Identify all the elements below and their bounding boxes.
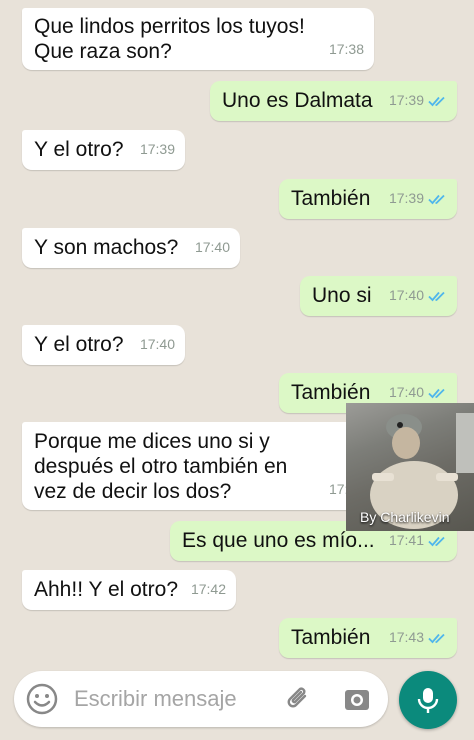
message-text: Que lindos perritos los tuyos! Que raza … (34, 15, 305, 63)
message-time: 17:40 (139, 336, 175, 352)
message-time: 17:38 (328, 41, 364, 57)
message-incoming[interactable]: Que lindos perritos los tuyos! Que raza … (22, 8, 374, 70)
message-incoming[interactable]: Y el otro? 17:39 (22, 130, 185, 170)
meme-image: By Charlikevin (346, 403, 474, 531)
message-text: Porque me dices uno si y después el otro… (34, 430, 288, 503)
message-time: 17:39 (139, 141, 175, 157)
microphone-icon (417, 688, 439, 713)
paperclip-icon[interactable] (284, 684, 314, 714)
double-check-icon (428, 194, 445, 204)
message-time: 17:40 (194, 239, 230, 255)
message-time: 17:41 (388, 532, 424, 548)
message-time: 17:39 (388, 92, 424, 108)
double-check-icon (428, 536, 445, 546)
chat-area: Que lindos perritos los tuyos! Que raza … (0, 0, 474, 740)
double-check-icon (428, 388, 445, 398)
message-input-placeholder[interactable]: Escribir mensaje (74, 686, 237, 712)
message-time: 17:40 (388, 384, 424, 400)
message-time: 17:42 (190, 581, 226, 597)
message-outgoing[interactable]: Uno si 17:40 (300, 276, 457, 316)
message-incoming[interactable]: Ahh!! Y el otro? 17:42 (22, 570, 236, 610)
message-time: 17:40 (388, 287, 424, 303)
message-input-bar[interactable]: Escribir mensaje (14, 671, 388, 727)
message-outgoing[interactable]: También 17:39 (279, 179, 457, 219)
double-check-icon (428, 633, 445, 643)
message-incoming[interactable]: Y son machos? 17:40 (22, 228, 240, 268)
double-check-icon (428, 291, 445, 301)
message-incoming[interactable]: Porque me dices uno si y después el otro… (22, 422, 374, 510)
message-time: 17:43 (388, 629, 424, 645)
image-caption: By Charlikevin (360, 509, 450, 525)
smiley-icon[interactable] (26, 683, 58, 715)
message-outgoing[interactable]: Uno es Dalmata 17:39 (210, 81, 457, 121)
double-check-icon (428, 96, 445, 106)
microphone-button[interactable] (399, 671, 457, 729)
message-outgoing[interactable]: También 17:43 (279, 618, 457, 658)
message-time: 17:39 (388, 190, 424, 206)
camera-icon[interactable] (342, 684, 372, 714)
message-incoming[interactable]: Y el otro? 17:40 (22, 325, 185, 365)
